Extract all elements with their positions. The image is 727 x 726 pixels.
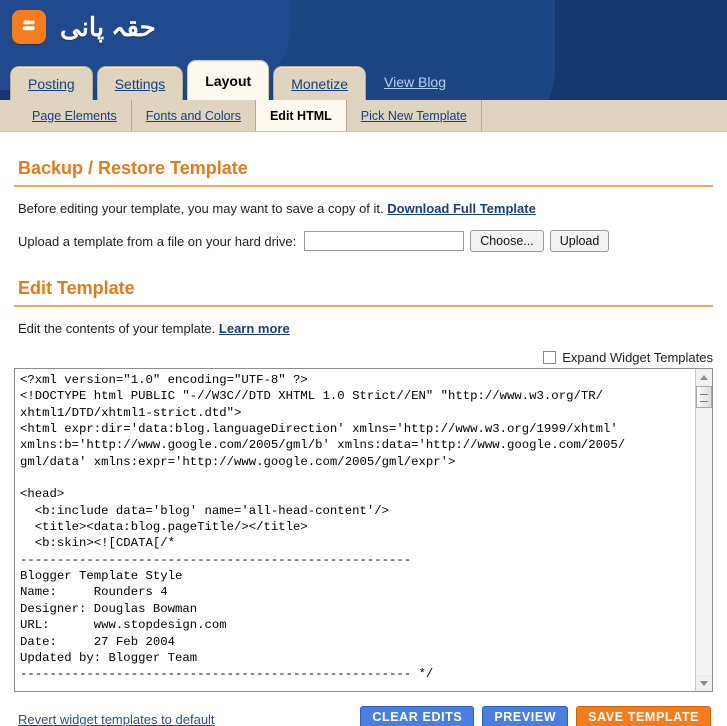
template-code-text[interactable]: <?xml version="1.0" encoding="UTF-8" ?> … bbox=[20, 372, 691, 683]
blog-title: حقہ پانی bbox=[60, 11, 156, 42]
app-header: حقہ پانی Posting Settings Layout Monetiz… bbox=[0, 0, 727, 100]
choose-button[interactable]: Choose... bbox=[470, 230, 544, 252]
editor-footer: Revert widget templates to default CLEAR… bbox=[0, 698, 727, 726]
edit-section-divider bbox=[14, 305, 713, 307]
upload-file-input[interactable] bbox=[304, 231, 465, 251]
main-content: Backup / Restore Template Before editing… bbox=[0, 158, 727, 692]
scrollbar-thumb[interactable] bbox=[696, 386, 712, 408]
triangle-down-icon[interactable] bbox=[696, 675, 712, 691]
subtab-page-elements[interactable]: Page Elements bbox=[18, 100, 132, 131]
tab-monetize[interactable]: Monetize bbox=[273, 66, 366, 100]
learn-more-link[interactable]: Learn more bbox=[219, 321, 290, 336]
backup-section-divider bbox=[14, 185, 713, 187]
save-template-button[interactable]: SAVE TEMPLATE bbox=[576, 705, 711, 726]
subtab-fonts-and-colors[interactable]: Fonts and Colors bbox=[132, 100, 256, 131]
upload-row: Upload a template from a file on your ha… bbox=[18, 230, 713, 252]
edit-section-title: Edit Template bbox=[18, 278, 135, 298]
triangle-up-icon[interactable] bbox=[696, 369, 712, 385]
edit-description: Edit the contents of your template. Lear… bbox=[18, 321, 713, 336]
tab-posting[interactable]: Posting bbox=[10, 66, 93, 100]
blogger-b-icon[interactable] bbox=[12, 10, 46, 44]
sub-tab-bar: Page Elements Fonts and Colors Edit HTML… bbox=[0, 100, 727, 132]
upload-button[interactable]: Upload bbox=[549, 230, 610, 252]
footer-button-group: CLEAR EDITS PREVIEW SAVE TEMPLATE bbox=[360, 705, 713, 726]
edit-description-text: Edit the contents of your template. bbox=[18, 321, 216, 336]
subtab-pick-new-template[interactable]: Pick New Template bbox=[347, 100, 482, 131]
preview-button[interactable]: PREVIEW bbox=[482, 705, 569, 726]
view-blog-link[interactable]: View Blog bbox=[384, 74, 446, 90]
code-vertical-scrollbar[interactable] bbox=[695, 369, 712, 691]
tab-settings[interactable]: Settings bbox=[96, 66, 184, 100]
upload-label: Upload a template from a file on your ha… bbox=[18, 233, 297, 249]
backup-description-text: Before editing your template, you may wa… bbox=[18, 201, 384, 216]
subtab-edit-html[interactable]: Edit HTML bbox=[255, 100, 347, 131]
revert-widget-templates-link[interactable]: Revert widget templates to default bbox=[18, 712, 215, 726]
backup-description: Before editing your template, you may wa… bbox=[18, 201, 713, 216]
download-full-template-link[interactable]: Download Full Template bbox=[387, 201, 536, 216]
template-code-editor[interactable]: <?xml version="1.0" encoding="UTF-8" ?> … bbox=[14, 368, 713, 692]
expand-widget-templates-label: Expand Widget Templates bbox=[562, 350, 713, 365]
brand: حقہ پانی bbox=[12, 10, 156, 44]
expand-widget-templates-row: Expand Widget Templates bbox=[14, 350, 713, 365]
clear-edits-button[interactable]: CLEAR EDITS bbox=[360, 705, 475, 726]
backup-section-title: Backup / Restore Template bbox=[18, 158, 248, 178]
main-tab-bar: Posting Settings Layout Monetize View Bl… bbox=[10, 60, 446, 100]
expand-widget-templates-checkbox[interactable] bbox=[543, 351, 557, 364]
code-scroll-viewport[interactable]: <?xml version="1.0" encoding="UTF-8" ?> … bbox=[15, 369, 695, 691]
tab-layout[interactable]: Layout bbox=[187, 60, 270, 100]
